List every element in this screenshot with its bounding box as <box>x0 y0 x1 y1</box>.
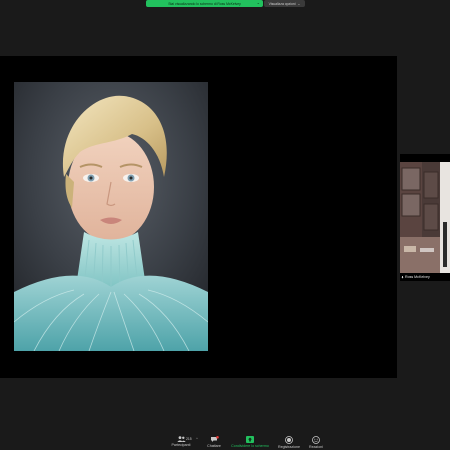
view-options-label: Visualizza opzioni <box>268 1 296 6</box>
participants-count: 215 <box>186 437 192 441</box>
share-status-bar: Stai visualizzando lo schermo di Ross Mc… <box>146 0 305 7</box>
participant-name-label: Ross McKelvey <box>400 273 450 281</box>
smiley-icon <box>312 436 320 444</box>
participant-video <box>400 162 450 273</box>
share-screen-button[interactable]: Condividere lo schermo <box>228 433 272 450</box>
participant-name-text: Ross McKelvey <box>405 275 430 279</box>
chevron-down-icon: ⌄ <box>297 1 301 6</box>
view-options-button[interactable]: Visualizza opzioni ⌄ <box>264 0 305 7</box>
meeting-window: Stai visualizzando lo schermo di Ross Mc… <box>0 0 450 450</box>
record-label: Registrazione <box>278 445 300 449</box>
participants-button[interactable]: Partecipanti <box>170 433 192 450</box>
shared-screen-view[interactable] <box>0 56 397 378</box>
reactions-label: Reazioni <box>309 445 323 449</box>
chat-label: Chattare <box>207 444 221 448</box>
reactions-button[interactable]: Reazioni <box>306 433 326 450</box>
caret-up-icon[interactable]: ^ <box>196 436 198 441</box>
participants-label: Partecipanti <box>171 443 191 447</box>
chat-bubble-icon <box>210 436 219 442</box>
share-arrow-icon <box>246 436 254 443</box>
chevron-down-icon: ⌄ <box>256 0 260 5</box>
chat-button[interactable]: Chattare <box>203 433 225 450</box>
record-button[interactable]: Registrazione <box>276 433 302 450</box>
share-screen-label: Condividere lo schermo <box>231 444 269 448</box>
share-status-text: Stai visualizzando lo schermo di Ross Mc… <box>168 1 241 6</box>
microphone-icon <box>401 275 404 278</box>
people-icon <box>176 436 186 442</box>
meeting-toolbar: Partecipanti 215 ^ Chattare Condividere … <box>0 433 450 450</box>
shared-portrait-image <box>14 82 208 351</box>
participant-video-tile[interactable]: Ross McKelvey <box>400 154 450 281</box>
record-icon <box>285 436 293 444</box>
share-status-banner[interactable]: Stai visualizzando lo schermo di Ross Mc… <box>146 0 263 7</box>
